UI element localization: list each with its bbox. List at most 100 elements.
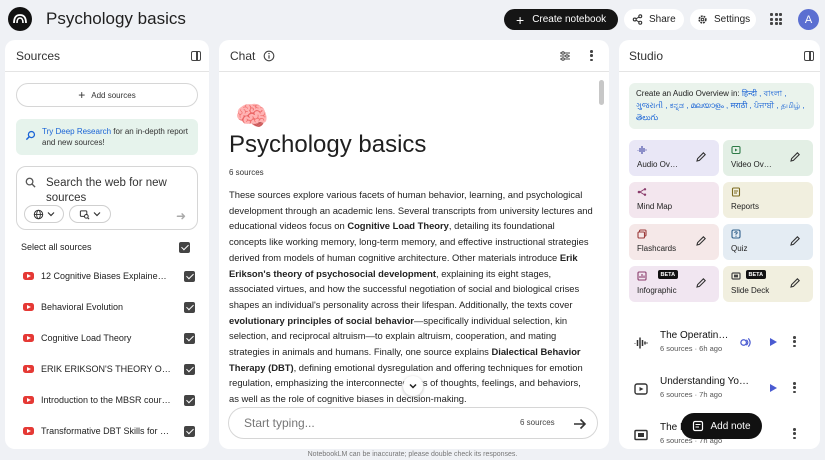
studio-tile-video-overview[interactable]: Video Overview xyxy=(723,140,813,176)
settings-button[interactable]: Settings xyxy=(690,9,756,30)
source-checkbox[interactable] xyxy=(184,333,195,344)
source-item-label: Behavioral Evolution xyxy=(41,302,124,312)
sources-panel: Sources + Add sources Try Deep Research … xyxy=(5,40,209,449)
source-item[interactable]: Behavioral Evolution xyxy=(23,301,205,315)
studio-tile-label: Video Overview xyxy=(731,160,775,169)
research-mode-dropdown[interactable] xyxy=(69,205,111,223)
source-item[interactable]: Cognitive Load Theory xyxy=(23,332,205,346)
video-icon xyxy=(633,381,649,402)
web-source-dropdown[interactable] xyxy=(24,205,64,223)
chat-panel: Chat 🧠 Psychology basics 6 sources These… xyxy=(219,40,609,449)
more-options-icon[interactable] xyxy=(793,336,796,349)
studio-tile-label: Slide Deck xyxy=(731,286,770,295)
chevron-down-icon xyxy=(93,212,101,217)
share-button[interactable]: Share xyxy=(624,9,684,30)
search-icon xyxy=(25,177,36,188)
studio-tile-infographic[interactable]: Infographic BETA xyxy=(629,266,719,302)
settings-label: Settings xyxy=(714,14,751,25)
share-icon xyxy=(632,14,643,25)
source-item[interactable]: ERIK ERIKSON'S THEORY OF PSYCHOSOCIAL DE… xyxy=(23,363,205,377)
studio-tile-mind-map[interactable]: Mind Map xyxy=(629,182,719,218)
more-options-icon[interactable] xyxy=(793,428,796,441)
select-all-label: Select all sources xyxy=(21,242,92,252)
more-options-icon[interactable] xyxy=(590,50,593,63)
source-item-label: Introduction to the MBSR course xyxy=(41,395,171,405)
source-checkbox[interactable] xyxy=(184,364,195,375)
chevron-down-icon xyxy=(409,383,417,389)
chat-title: Chat xyxy=(230,49,275,63)
studio-panel: Studio Create an Audio Overview in: हिन्… xyxy=(619,40,820,449)
select-all-checkbox[interactable] xyxy=(179,242,190,253)
generated-item-meta: 6 sources · 7h ago xyxy=(660,390,723,399)
add-sources-button[interactable]: + Add sources xyxy=(16,83,198,107)
studio-tile-audio-overview[interactable]: Audio Overview xyxy=(629,140,719,176)
notebook-summary: These sources explore various facets of … xyxy=(229,189,593,405)
slide-deck-icon xyxy=(633,427,649,448)
plus-icon: + xyxy=(516,11,525,28)
reports-icon xyxy=(731,187,741,199)
create-notebook-button[interactable]: + Create notebook xyxy=(504,9,618,30)
generated-item-meta: 6 sources · 6h ago xyxy=(660,344,723,353)
interactive-mode-icon[interactable] xyxy=(739,336,752,349)
infographic-icon xyxy=(637,271,647,283)
deep-research-link[interactable]: Try Deep Research xyxy=(42,127,111,136)
source-checkbox[interactable] xyxy=(184,426,195,437)
edit-pencil-icon[interactable] xyxy=(789,276,801,294)
play-icon[interactable] xyxy=(768,383,778,393)
generated-item[interactable]: The Operating System of the Mind 6 source… xyxy=(629,327,811,357)
source-checkbox[interactable] xyxy=(184,302,195,313)
edit-pencil-icon[interactable] xyxy=(695,276,707,294)
add-note-button[interactable]: Add note xyxy=(681,413,762,439)
studio-tile-quiz[interactable]: Quiz xyxy=(723,224,813,260)
create-notebook-label: Create notebook xyxy=(532,14,607,25)
deep-research-banner[interactable]: Try Deep Research for an in-depth report… xyxy=(16,119,198,155)
chat-input-bar: Start typing... 6 sources xyxy=(228,407,598,439)
studio-tile-label: Audio Overview xyxy=(637,160,681,169)
apps-grid-icon[interactable] xyxy=(770,13,782,25)
chat-input[interactable]: Start typing... xyxy=(244,416,315,430)
info-icon[interactable] xyxy=(263,50,275,62)
research-icon xyxy=(79,209,90,219)
disclaimer-footer: NotebookLM can be inaccurate; please dou… xyxy=(307,451,518,458)
notebook-title[interactable]: Psychology basics xyxy=(46,9,186,29)
sources-title: Sources xyxy=(16,49,61,63)
studio-tile-label: Flashcards xyxy=(637,244,677,253)
source-item[interactable]: Introduction to the MBSR course xyxy=(23,394,205,408)
collapse-panel-icon[interactable] xyxy=(191,51,201,61)
send-arrow-icon[interactable] xyxy=(570,414,590,434)
source-checkbox[interactable] xyxy=(184,271,195,282)
submit-arrow-icon[interactable]: ➜ xyxy=(176,209,186,223)
generated-item[interactable]: Understanding Your Mind 6 sources · 7h ag… xyxy=(629,373,811,403)
add-sources-label: Add sources xyxy=(91,90,136,100)
beta-badge: BETA xyxy=(658,270,678,279)
source-item[interactable]: Transformative DBT Skills for Emotion Re… xyxy=(23,425,205,439)
edit-pencil-icon[interactable] xyxy=(695,150,707,168)
chat-options-icon[interactable] xyxy=(559,50,571,62)
youtube-icon xyxy=(23,272,34,280)
edit-pencil-icon[interactable] xyxy=(695,234,707,252)
app-header: Psychology basics + Create notebook Shar… xyxy=(0,0,825,40)
generated-item-title: The Operating System of the Mind xyxy=(660,330,730,341)
notebooklm-logo-icon[interactable] xyxy=(8,7,32,31)
studio-tile-slide-deck[interactable]: Slide Deck BETA xyxy=(723,266,813,302)
play-icon[interactable] xyxy=(768,337,778,347)
input-source-count: 6 sources xyxy=(520,418,555,427)
collapse-panel-icon[interactable] xyxy=(804,51,814,61)
source-item[interactable]: 12 Cognitive Biases Explained - How to T… xyxy=(23,270,205,284)
flashcards-icon xyxy=(637,229,647,241)
source-checkbox[interactable] xyxy=(184,395,195,406)
avatar[interactable]: A xyxy=(798,9,819,30)
divider xyxy=(619,71,820,72)
studio-tile-flashcards[interactable]: Flashcards xyxy=(629,224,719,260)
more-options-icon[interactable] xyxy=(793,382,796,395)
chat-title-text: Chat xyxy=(230,49,256,63)
note-icon xyxy=(693,420,704,432)
scroll-down-button[interactable] xyxy=(403,376,423,396)
edit-pencil-icon[interactable] xyxy=(789,150,801,168)
studio-tile-reports[interactable]: Reports xyxy=(723,182,813,218)
web-search-input[interactable]: Search the web for new sources xyxy=(46,176,176,206)
edit-pencil-icon[interactable] xyxy=(789,234,801,252)
youtube-icon xyxy=(23,334,34,342)
chevron-down-icon xyxy=(47,212,55,217)
scrollbar[interactable] xyxy=(599,80,604,105)
